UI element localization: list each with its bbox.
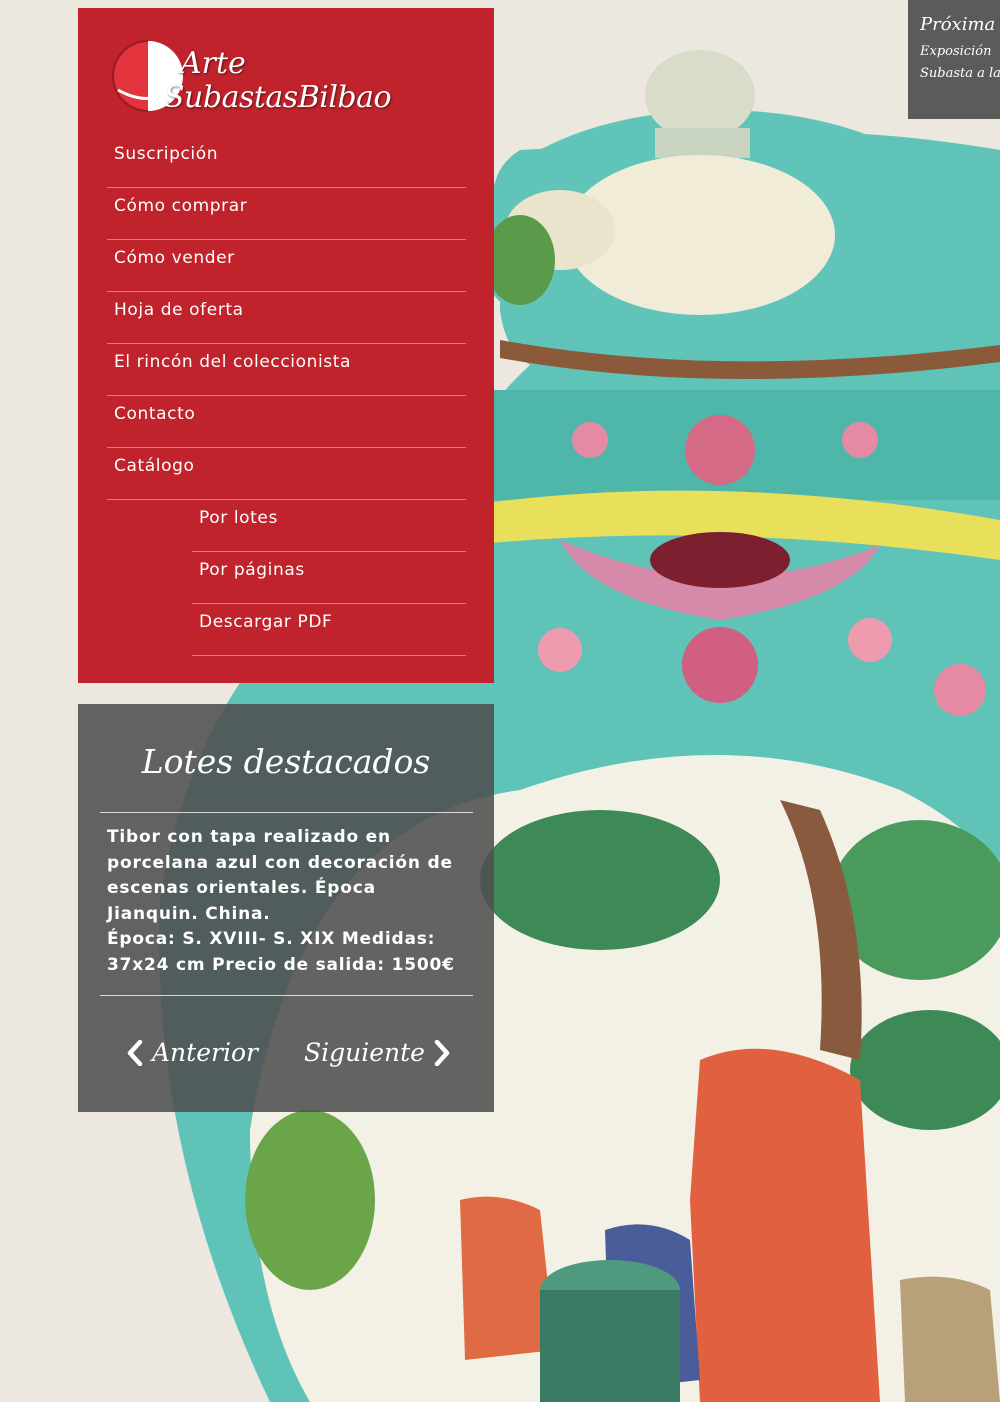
next-lot-label: Siguiente xyxy=(304,1038,425,1067)
submenu-item-descargar-pdf[interactable]: Descargar PDF xyxy=(192,604,466,656)
upcoming-auction-title: Próxima xyxy=(920,14,996,35)
previous-lot-button[interactable]: Anterior xyxy=(126,1038,258,1067)
next-lot-button[interactable]: Siguiente xyxy=(304,1038,451,1067)
chevron-right-icon xyxy=(434,1039,450,1066)
main-menu: Suscripción Cómo comprar Cómo vender Hoj… xyxy=(107,136,466,656)
menu-item-rincon-coleccionista[interactable]: El rincón del coleccionista xyxy=(107,344,466,396)
description-line: 37x24 cm Precio de salida: 1500€ xyxy=(107,954,455,975)
divider-bottom xyxy=(100,995,473,996)
upcoming-exhibition-text: Exposición xyxy=(920,44,992,59)
description-line: Tibor con tapa realizado en xyxy=(107,827,391,847)
description-line: Época: S. XVIII- S. XIX Medidas: xyxy=(107,929,436,949)
logo-text-line1: Arte xyxy=(180,46,246,81)
submenu-item-por-lotes[interactable]: Por lotes xyxy=(192,500,466,552)
upcoming-auction-box[interactable]: Próxima Exposición Subasta a la xyxy=(908,0,1000,119)
menu-item-suscripcion[interactable]: Suscripción xyxy=(107,136,466,188)
featured-lots-title: Lotes destacados xyxy=(141,742,431,781)
menu-item-hoja-de-oferta[interactable]: Hoja de oferta xyxy=(107,292,466,344)
main-nav-panel: Arte SubastasBilbao Suscripción Cómo com… xyxy=(78,8,494,683)
logo-text-line2: SubastasBilbao xyxy=(164,80,392,115)
featured-lots-panel: Lotes destacados Tibor con tapa realizad… xyxy=(78,704,494,1112)
chevron-left-icon xyxy=(127,1039,143,1066)
menu-item-contacto[interactable]: Contacto xyxy=(107,396,466,448)
featured-lot-description: Tibor con tapa realizado en porcelana az… xyxy=(107,825,473,978)
menu-item-catalogo[interactable]: Catálogo xyxy=(107,448,466,500)
divider-top xyxy=(100,812,473,813)
description-line: porcelana azul con decoración de xyxy=(107,852,453,873)
menu-item-como-vender[interactable]: Cómo vender xyxy=(107,240,466,292)
previous-lot-label: Anterior xyxy=(152,1038,258,1067)
description-line: Jianquin. China. xyxy=(107,903,271,924)
site-logo[interactable]: Arte SubastasBilbao xyxy=(110,36,420,124)
menu-item-como-comprar[interactable]: Cómo comprar xyxy=(107,188,466,240)
description-line: escenas orientales. Época xyxy=(107,878,376,898)
submenu-item-por-paginas[interactable]: Por páginas xyxy=(192,552,466,604)
upcoming-auction-text: Subasta a la xyxy=(920,66,1000,81)
